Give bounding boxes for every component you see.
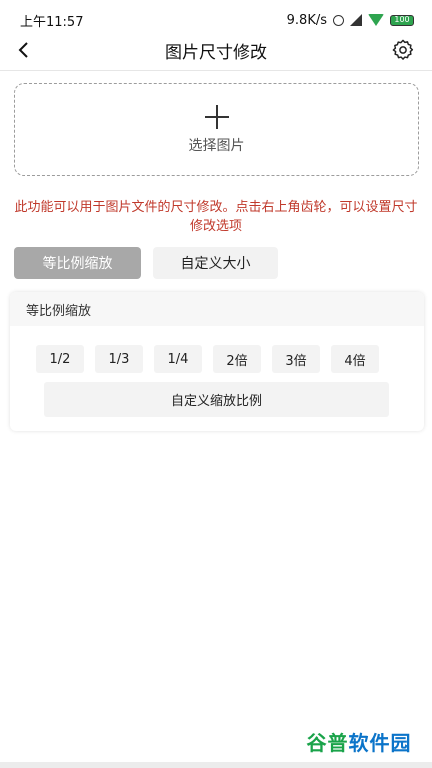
ratio-button-third[interactable]: 1/3 xyxy=(95,345,143,373)
network-speed: 9.8K/s xyxy=(286,12,327,28)
ratio-button-quarter[interactable]: 1/4 xyxy=(154,345,202,373)
plus-icon xyxy=(204,104,229,129)
custom-ratio-button[interactable]: 自定义缩放比例 xyxy=(44,382,389,417)
scale-card: 等比例缩放 1/2 1/3 1/4 2倍 3倍 4倍 自定义缩放比例 xyxy=(10,292,424,431)
mode-tabs: 等比例缩放 自定义大小 xyxy=(14,247,278,279)
ratio-button-half[interactable]: 1/2 xyxy=(36,345,84,373)
page-title: 图片尺寸修改 xyxy=(165,42,267,63)
status-icons: 9.8K/s 100 xyxy=(287,13,414,28)
feature-notice: 此功能可以用于图片文件的尺寸修改。点击右上角齿轮，可以设置尺寸修改选项 xyxy=(14,200,418,234)
status-time: 上午11:57 xyxy=(20,14,84,30)
back-button[interactable] xyxy=(10,37,36,63)
chevron-left-icon xyxy=(18,42,28,58)
battery-icon: 100 xyxy=(390,14,414,26)
home-indicator xyxy=(0,762,432,768)
ratio-button-4x[interactable]: 4倍 xyxy=(331,345,379,373)
scale-card-title: 等比例缩放 xyxy=(10,292,424,326)
watermark-logo: 谷普 软件园 xyxy=(293,722,425,760)
ratio-button-2x[interactable]: 2倍 xyxy=(213,345,261,373)
wifi-icon xyxy=(368,14,384,26)
signal-icon xyxy=(350,14,362,26)
alarm-icon xyxy=(333,14,344,26)
select-image-label: 选择图片 xyxy=(188,137,245,154)
nav-bar: 图片尺寸修改 xyxy=(0,30,432,70)
select-image-area[interactable]: 选择图片 xyxy=(14,83,419,176)
tab-custom-size[interactable]: 自定义大小 xyxy=(153,247,278,279)
ratio-row: 1/2 1/3 1/4 2倍 3倍 4倍 xyxy=(36,345,379,373)
header-divider xyxy=(0,70,432,71)
settings-button[interactable] xyxy=(390,37,416,63)
watermark-part1: 谷普 xyxy=(306,730,349,755)
watermark-part2: 软件园 xyxy=(348,730,412,755)
tab-proportional-scale[interactable]: 等比例缩放 xyxy=(14,247,141,279)
gear-icon xyxy=(392,39,414,60)
ratio-button-3x[interactable]: 3倍 xyxy=(272,345,320,373)
